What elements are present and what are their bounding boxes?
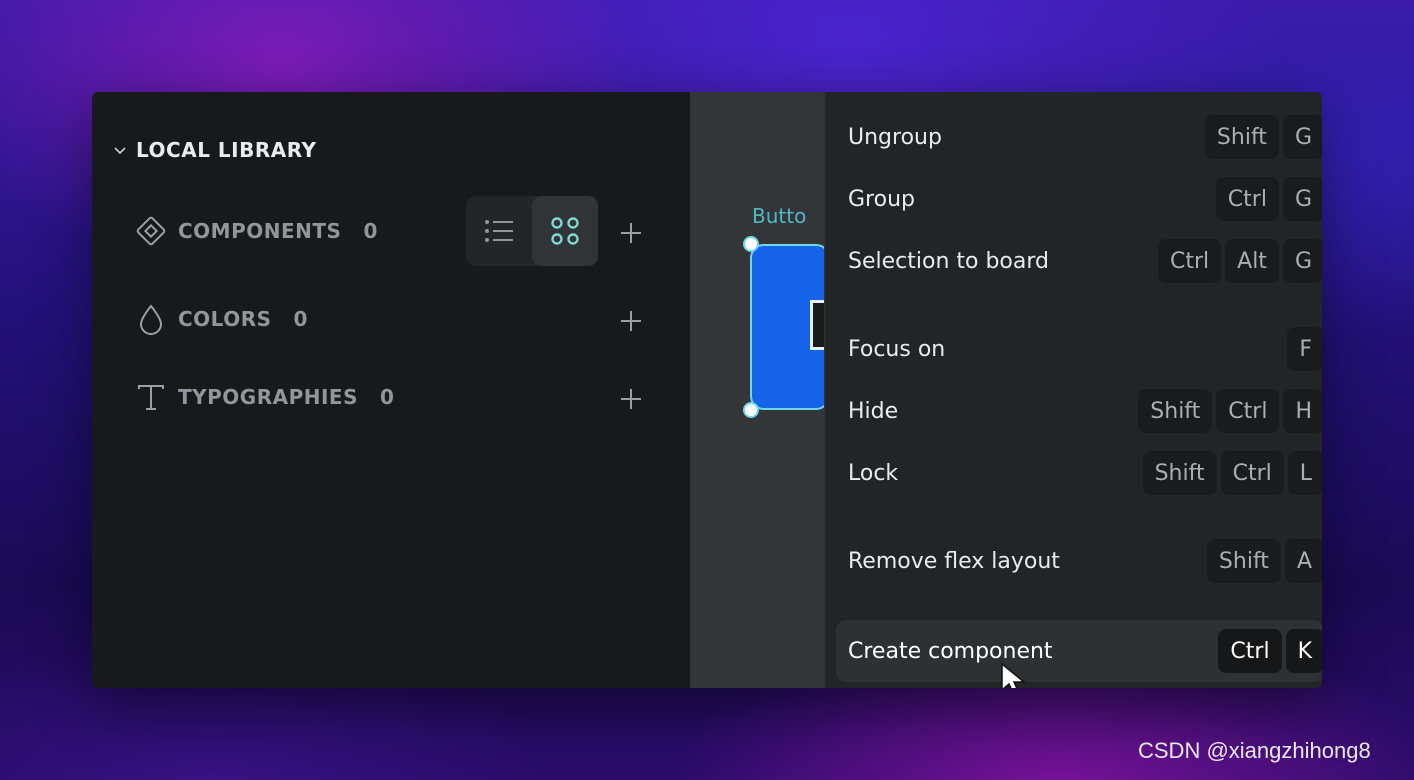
- board-name-label[interactable]: Butto: [752, 204, 806, 228]
- section-components[interactable]: COMPONENTS 0: [134, 214, 377, 248]
- shortcut-key: Shift: [1206, 539, 1281, 583]
- section-label: COLORS: [178, 307, 272, 331]
- color-drop-icon: [134, 302, 168, 336]
- app-window: LOCAL LIBRARY COMPONENTS 0 COLORS 0 TYPO…: [92, 92, 1322, 688]
- assets-panel: LOCAL LIBRARY COMPONENTS 0 COLORS 0 TYPO…: [92, 92, 690, 688]
- shortcut-key: Ctrl: [1220, 451, 1284, 495]
- section-label: COMPONENTS: [178, 219, 342, 243]
- shortcut-keys: Ctrl K: [1218, 629, 1322, 673]
- list-icon: [485, 220, 513, 242]
- shortcut-key: Ctrl: [1218, 629, 1282, 673]
- shortcut-key: F: [1287, 327, 1322, 371]
- shortcut-keys: Shift Ctrl H: [1138, 389, 1322, 433]
- selection-handle-bottom-left[interactable]: [743, 402, 759, 418]
- menu-item-ungroup[interactable]: Ungroup Shift G: [826, 108, 1322, 166]
- menu-item-label: Remove flex layout: [848, 548, 1060, 574]
- shortcut-keys: Shift Ctrl L: [1142, 451, 1322, 495]
- shortcut-key: Ctrl: [1215, 177, 1279, 221]
- shortcut-keys: Shift G: [1204, 115, 1322, 159]
- menu-item-label: Ungroup: [848, 124, 942, 150]
- typography-t-icon: [134, 380, 168, 414]
- shortcut-key: Shift: [1142, 451, 1217, 495]
- shortcut-key: Alt: [1225, 239, 1279, 283]
- menu-item-label: Focus on: [848, 336, 946, 362]
- add-component-plus-icon[interactable]: [618, 220, 644, 246]
- menu-item-label: Create component: [848, 638, 1053, 664]
- menu-item-group[interactable]: Group Ctrl G: [826, 170, 1322, 228]
- shortcut-key: G: [1282, 177, 1322, 221]
- shortcut-keys: Ctrl G: [1215, 177, 1322, 221]
- shortcut-key: H: [1283, 389, 1322, 433]
- watermark-text: CSDN @xiangzhihong8: [1138, 738, 1371, 763]
- section-count: 0: [379, 385, 394, 409]
- shortcut-key: Shift: [1204, 115, 1279, 159]
- menu-item-focus-on[interactable]: Focus on F: [826, 320, 1322, 378]
- view-toggle: [466, 196, 598, 266]
- shortcut-key: Ctrl: [1157, 239, 1222, 283]
- mouse-cursor-icon: [1001, 662, 1027, 688]
- section-label: TYPOGRAPHIES: [178, 385, 358, 409]
- chevron-down-icon[interactable]: [112, 142, 128, 158]
- grid-icon: [551, 217, 579, 245]
- menu-item-create-component[interactable]: Create component Ctrl K: [836, 620, 1322, 682]
- add-color-plus-icon[interactable]: [618, 308, 644, 334]
- add-typography-plus-icon[interactable]: [618, 386, 644, 412]
- shortcut-key: L: [1287, 451, 1322, 495]
- menu-item-selection-to-board[interactable]: Selection to board Ctrl Alt G: [826, 232, 1322, 290]
- component-diamond-icon: [134, 214, 168, 248]
- menu-item-hide[interactable]: Hide Shift Ctrl H: [826, 382, 1322, 440]
- menu-item-label: Selection to board: [848, 248, 1049, 274]
- shortcut-key: Ctrl: [1216, 389, 1280, 433]
- shortcut-key: Shift: [1138, 389, 1213, 433]
- section-colors[interactable]: COLORS 0: [134, 302, 307, 336]
- menu-item-label: Lock: [848, 460, 899, 486]
- menu-item-label: Hide: [848, 398, 899, 424]
- shortcut-keys: Ctrl Alt G: [1157, 239, 1322, 283]
- menu-item-lock[interactable]: Lock Shift Ctrl L: [826, 444, 1322, 502]
- section-typographies[interactable]: TYPOGRAPHIES 0: [134, 380, 394, 414]
- local-library-title: LOCAL LIBRARY: [136, 138, 317, 162]
- shortcut-key: K: [1285, 629, 1322, 673]
- local-library-header[interactable]: LOCAL LIBRARY: [112, 138, 317, 162]
- shortcut-key: G: [1282, 115, 1322, 159]
- selection-handle-top-left[interactable]: [743, 236, 759, 252]
- context-menu: Ungroup Shift G Group Ctrl G Selection t…: [824, 92, 1322, 688]
- list-view-button[interactable]: [466, 196, 532, 266]
- menu-item-label: Group: [848, 186, 915, 212]
- shortcut-key: A: [1284, 539, 1322, 583]
- section-count: 0: [363, 219, 378, 243]
- shortcut-keys: F: [1287, 327, 1322, 371]
- shortcut-keys: Shift A: [1206, 539, 1322, 583]
- menu-item-remove-flex-layout[interactable]: Remove flex layout Shift A: [826, 532, 1322, 590]
- shortcut-key: G: [1282, 239, 1322, 283]
- grid-view-button[interactable]: [532, 196, 598, 266]
- section-count: 0: [293, 307, 308, 331]
